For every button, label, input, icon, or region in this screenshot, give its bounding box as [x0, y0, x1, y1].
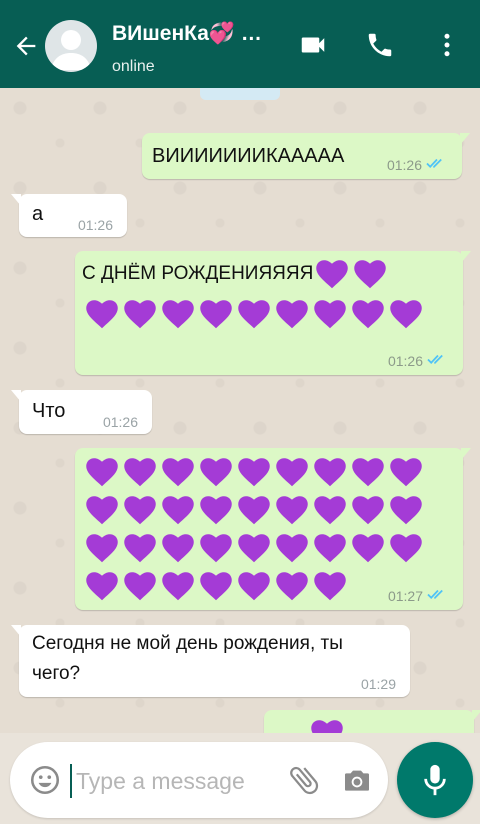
heart-emoji: [314, 458, 346, 487]
heart-emoji: [124, 300, 156, 329]
heart-emoji: [352, 534, 384, 563]
message-time: 01:27: [387, 587, 423, 604]
heart-emoji: [124, 458, 156, 487]
read-ticks-icon: [427, 587, 449, 604]
heart-emoji: [276, 458, 308, 487]
heart-emoji: [238, 496, 270, 525]
heart-emoji: [276, 300, 308, 329]
message-text-line: чего?: [32, 663, 81, 684]
message-bubble[interactable]: Что 01:26: [11, 390, 152, 434]
heart-emoji: [314, 496, 346, 525]
heart-emoji: [162, 496, 194, 525]
heart-emoji: [238, 572, 270, 601]
message-input[interactable]: [74, 760, 278, 802]
heart-emoji: [162, 534, 194, 563]
heart-emoji: [200, 300, 232, 329]
message-time: 01:29: [360, 676, 396, 692]
camera-icon[interactable]: [340, 764, 374, 796]
heart-emoji: [390, 534, 422, 563]
heart-emoji: [162, 572, 194, 601]
heart-emoji: [86, 534, 118, 563]
heart-emoji: [200, 496, 232, 525]
text-cursor: [70, 764, 72, 798]
heart-emoji: [352, 496, 384, 525]
heart-emoji: [200, 534, 232, 563]
message-text: Что: [32, 400, 66, 422]
heart-emoji: [200, 572, 232, 601]
heart-emoji: [276, 496, 308, 525]
heart-emoji-group: [83, 295, 443, 333]
message-text: ВИИИИИИИКААААА: [152, 145, 345, 167]
heart-emoji: [314, 534, 346, 563]
heart-emoji: [390, 458, 422, 487]
contact-name[interactable]: ВИшенКа💞 …: [112, 22, 262, 46]
phone-call-icon[interactable]: [365, 30, 395, 60]
message-time: 01:26: [387, 352, 423, 369]
read-ticks-icon: [426, 156, 448, 173]
message-text: С ДНЁМ РОЖДЕНИЯЯЯЯ: [82, 263, 314, 284]
message-composer: [10, 742, 388, 818]
heart-emoji: [86, 496, 118, 525]
heart-emoji: [314, 300, 346, 329]
heart-emoji: [124, 496, 156, 525]
heart-emoji: [238, 458, 270, 487]
heart-emoji: [86, 300, 118, 329]
heart-emoji: [390, 496, 422, 525]
back-arrow-icon[interactable]: [12, 32, 40, 60]
chat-area[interactable]: ВИИИИИИИКААААА 01:26 а 01:26 С ДНЁМ РОЖД…: [0, 88, 480, 733]
read-ticks-icon: [427, 352, 449, 369]
heart-emoji: [162, 458, 194, 487]
heart-emoji: [86, 458, 118, 487]
message-bubble[interactable]: С ДНЁМ РОЖДЕНИЯЯЯЯ 01:26: [75, 251, 471, 375]
video-call-icon[interactable]: [298, 30, 328, 60]
message-bubble[interactable]: ВИИИИИИИКААААА 01:26: [142, 133, 470, 179]
chat-header: ВИшенКа💞 … online: [0, 0, 480, 88]
heart-emoji: [200, 458, 232, 487]
date-pill: [200, 88, 280, 100]
heart-emoji: [276, 534, 308, 563]
heart-emoji: [390, 300, 422, 329]
message-time: 01:26: [386, 156, 422, 173]
attach-icon[interactable]: [286, 762, 322, 798]
heart-emoji: [354, 260, 387, 289]
heart-emoji: [162, 300, 194, 329]
message-time: 01:26: [77, 217, 113, 233]
heart-emoji: [352, 458, 384, 487]
mic-icon: [424, 764, 446, 796]
message-time: 01:26: [102, 414, 138, 430]
emoji-icon[interactable]: [28, 763, 62, 797]
heart-emoji: [316, 260, 349, 289]
more-options-icon[interactable]: [432, 30, 462, 60]
message-bubble[interactable]: [264, 710, 480, 733]
heart-emoji: [313, 255, 389, 293]
heart-emoji: [238, 300, 270, 329]
heart-emoji: [311, 720, 343, 733]
message-text-line: Сегодня не мой день рождения, ты: [32, 633, 343, 654]
heart-emoji-group: [83, 453, 443, 605]
message-bubble[interactable]: а 01:26: [11, 194, 127, 237]
mic-button[interactable]: [397, 742, 473, 818]
contact-status: online: [112, 58, 155, 75]
avatar[interactable]: [45, 20, 97, 72]
heart-emoji: [276, 572, 308, 601]
heart-emoji: [86, 572, 118, 601]
heart-emoji: [124, 572, 156, 601]
message-text: а: [32, 203, 44, 225]
heart-emoji: [352, 300, 384, 329]
heart-emoji: [238, 534, 270, 563]
heart-emoji: [314, 572, 346, 601]
message-bubble[interactable]: 01:27: [75, 448, 471, 610]
heart-emoji-group: [308, 715, 480, 733]
message-bubble[interactable]: Сегодня не мой день рождения, ты чего? 0…: [11, 625, 410, 697]
heart-emoji: [124, 534, 156, 563]
